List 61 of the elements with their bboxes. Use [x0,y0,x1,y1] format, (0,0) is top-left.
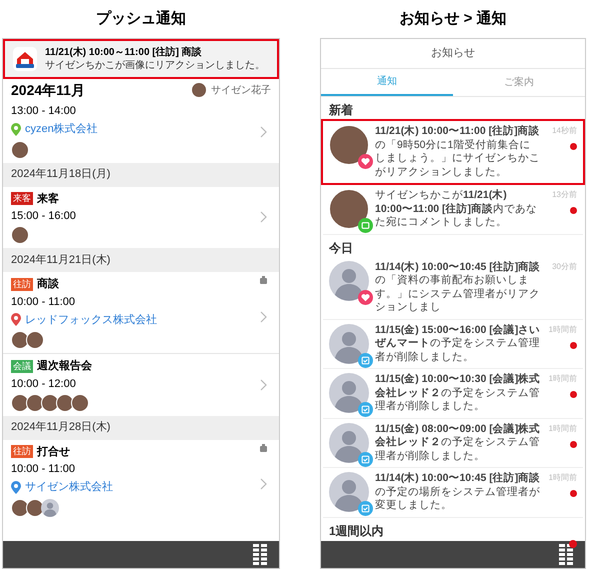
notification-item[interactable]: 11/14(木) 10:00〜10:45 [往訪]商談の「資料の事前配布お願いします。」にシステム管理者がリアクションしまし 30分前 [323,256,583,320]
chevron-right-icon [260,478,267,490]
event-row[interactable]: 来客 来客 15:00 - 16:00 [3,186,279,248]
notification-text: 11/15(金) 15:00〜16:00 [会議]さいぜんマートの予定をシステム管理者が削除しました。 [375,324,541,364]
avatar-photo [191,82,207,98]
app-house-icon [13,47,37,71]
screen-header: お知らせ [321,39,585,69]
section-heading: 新着 [328,102,354,119]
notification-item[interactable]: 11/15(金) 15:00〜16:00 [会議]さいぜんマートの予定をシステム管理者が削除しました。 1時間前 [323,320,583,369]
banner-message: サイゼンちかこが画像にリアクションしました。 [45,59,266,72]
notification-item[interactable]: 11/21(木) 10:00〜11:00 [往訪]商談の「9時50分に1階受付前集合にしましょう。」にサイゼンちかこがリアクションしました。 14秒前 [321,119,585,185]
notification-text: 11/15(金) 10:00〜10:30 [会議]株式会社レッド２の予定をシステム管理者が削除しました。 [375,373,541,414]
elapsed-time: 14秒前 [552,125,577,137]
chevron-right-icon [260,126,267,138]
grid-menu-icon[interactable] [253,544,267,566]
notification-text: 11/21(木) 10:00〜11:00 [往訪]商談の「9時50分に1階受付前集合にしましょう。」にサイゼンちかこがリアクションしました。 [375,125,541,179]
banner-title: 11/21(木) 10:00～11:00 [往訪] 商談 [45,46,203,59]
elapsed-time: 30分前 [552,260,577,272]
category-tag: 来客 [11,192,33,206]
section-heading: 今日 [328,240,354,256]
grid-menu-icon[interactable] [559,544,573,566]
elapsed-time: 1時間前 [548,373,577,385]
event-title: 打合せ [37,444,70,460]
elapsed-time: 13分前 [552,189,577,201]
elapsed-time: 1時間前 [548,324,577,336]
month-heading[interactable]: 2024年11月 [11,80,85,100]
push-notification-banner[interactable]: 11/21(木) 10:00～11:00 [往訪] 商談 サイゼンちかこが画像にリアクションしました。 [3,39,279,79]
event-title: 商談 [37,276,59,292]
event-title: 週次報告会 [37,358,92,374]
elapsed-time: 1時間前 [548,472,577,484]
chevron-right-icon [260,211,267,224]
notification-item[interactable]: 11/15(金) 10:00〜10:30 [会議]株式会社レッド２の予定をシステム管理者が削除しました。 1時間前 [323,369,583,418]
event-row[interactable]: 往訪 商談 10:00 - 11:00 レッドフォックス株式会社 [3,272,279,353]
company-link[interactable]: サイゼン株式会社 [25,479,113,496]
chevron-right-icon [260,310,267,322]
category-tag: 往訪 [11,445,33,458]
company-link[interactable]: レッドフォックス株式会社 [25,312,157,328]
category-tag: 往訪 [11,278,33,291]
notification-item[interactable]: 11/14(木) 10:00〜10:45 [往訪]商談の予定の場所をシステム管理者が変更しました。 1時間前 [323,468,583,518]
category-tag: 会議 [11,360,33,373]
notification-item[interactable]: サイゼンちかこが11/21(木) 10:00〜11:00 [往訪]商談内であなた宛にコメントしました。 13分前 [323,185,583,234]
event-time: 10:00 - 12:00 [11,378,77,390]
notification-text: 11/14(木) 10:00〜10:45 [往訪]商談の「資料の事前配布お願いします。」にシステム管理者がリアクションしまし [375,260,541,314]
notification-item[interactable]: 11/15(金) 08:00〜09:00 [会議]株式会社レッド２の予定をシステム管理者が削除しました。 1時間前 [323,418,583,468]
company-link[interactable]: cyzen株式会社 [25,121,98,138]
notification-text: 11/14(木) 10:00〜10:45 [往訪]商談の予定の場所をシステム管理者が変更しました。 [375,472,541,512]
user-name[interactable]: サイゼン花子 [211,82,271,98]
event-time: 15:00 - 16:00 [11,210,77,223]
event-title: 来客 [37,192,59,206]
event-time: 13:00 - 14:00 [11,105,77,118]
section-heading: 1週間以内 [328,522,385,540]
chevron-right-icon [260,378,267,391]
notification-text: サイゼンちかこが11/21(木) 10:00〜11:00 [往訪]商談内であなた宛にコメントしました。 [375,189,538,230]
elapsed-time: 1時間前 [548,422,577,434]
panel-title: お知らせ > 通知 [398,8,508,29]
notification-text: 11/15(金) 08:00〜09:00 [会議]株式会社レッド２の予定をシステム管理者が削除しました。 [375,422,541,463]
panel-title: プッシュ通知 [95,8,187,29]
event-row[interactable]: 往訪 打合せ 10:00 - 11:00 サイゼン株式会社 [3,440,279,520]
event-time: 10:00 - 11:00 [11,463,76,476]
event-row[interactable]: 13:00 - 14:00 cyzen株式会社 [3,101,279,162]
event-time: 10:00 - 11:00 [11,296,76,308]
